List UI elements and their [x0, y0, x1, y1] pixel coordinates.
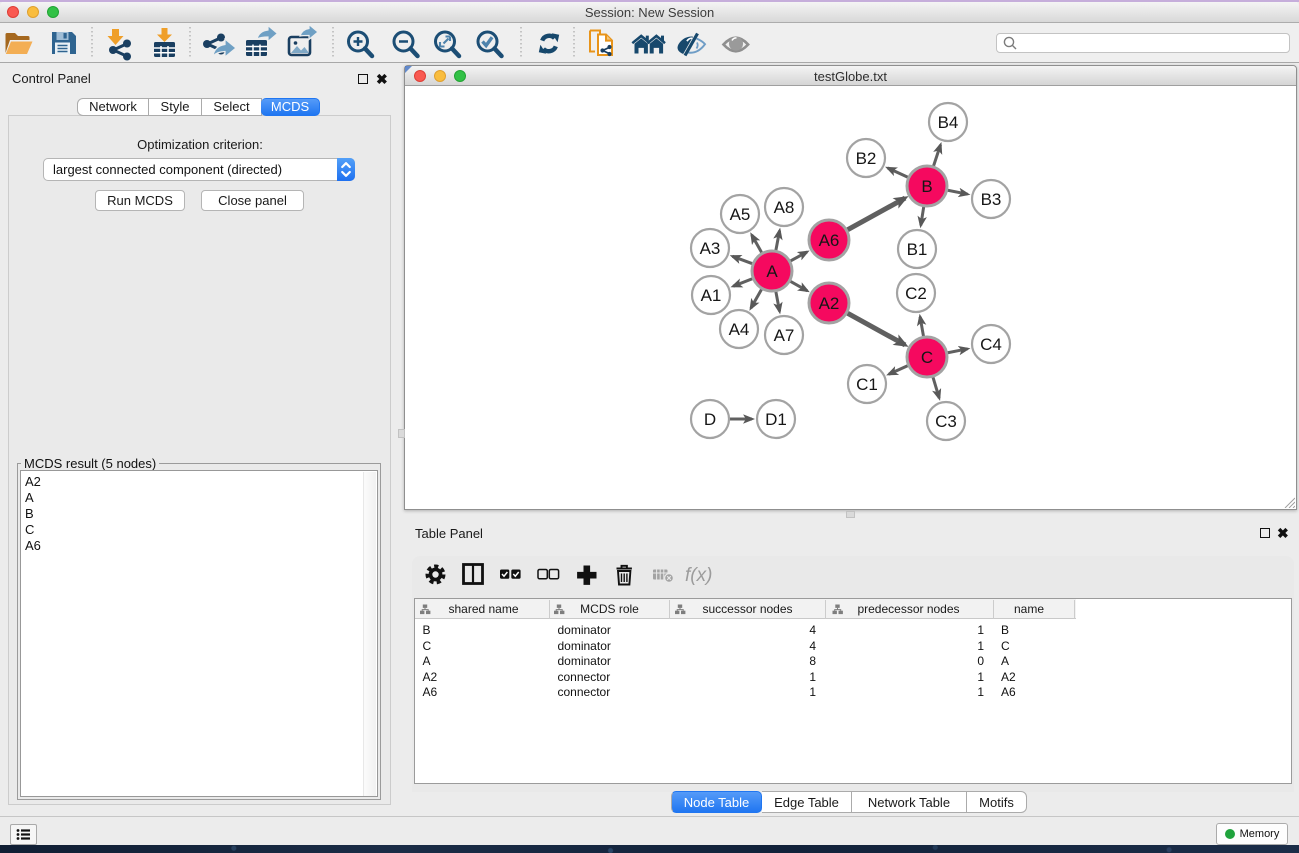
svg-text:successor nodes: successor nodes	[702, 602, 792, 616]
svg-text:f(x): f(x)	[685, 565, 712, 586]
svg-text:C3: C3	[935, 412, 957, 431]
svg-text:B4: B4	[938, 113, 959, 132]
svg-text:B2: B2	[856, 149, 877, 168]
svg-text:A7: A7	[774, 326, 795, 345]
svg-text:C: C	[921, 348, 933, 367]
svg-text:A2: A2	[819, 294, 840, 313]
svg-text:D1: D1	[765, 410, 787, 429]
svg-text:A: A	[766, 262, 778, 281]
svg-text:shared name: shared name	[448, 602, 518, 616]
svg-text:B3: B3	[981, 190, 1002, 209]
svg-text:A5: A5	[730, 205, 751, 224]
svg-text:MCDS role: MCDS role	[580, 602, 639, 616]
svg-text:C1: C1	[856, 375, 878, 394]
svg-text:B1: B1	[907, 240, 928, 259]
svg-text:A4: A4	[729, 320, 750, 339]
svg-text:C4: C4	[980, 335, 1002, 354]
svg-text:D: D	[704, 410, 716, 429]
svg-text:A8: A8	[774, 198, 795, 217]
svg-text:B: B	[921, 177, 932, 196]
svg-text:predecessor nodes: predecessor nodes	[857, 602, 959, 616]
svg-text:name: name	[1014, 602, 1044, 616]
svg-text:A1: A1	[701, 286, 722, 305]
svg-text:A6: A6	[819, 231, 840, 250]
svg-text:C2: C2	[905, 284, 927, 303]
svg-text:A3: A3	[700, 239, 721, 258]
